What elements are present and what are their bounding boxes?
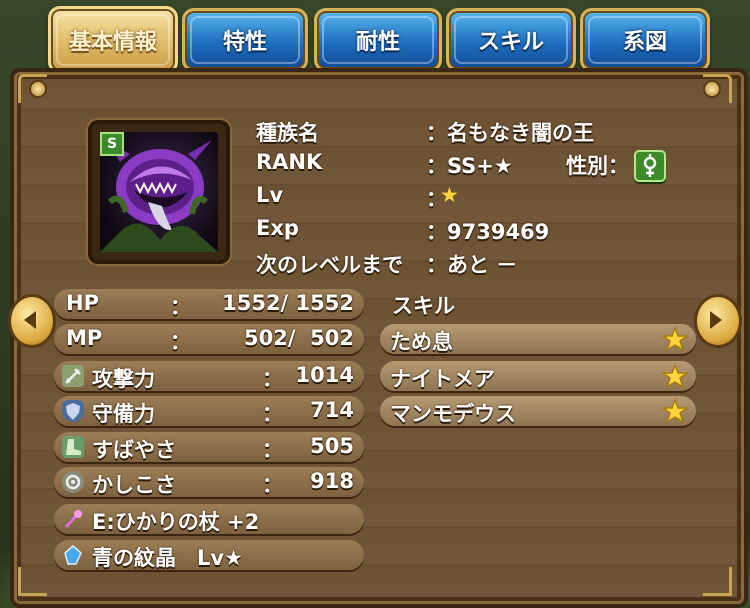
mp-separator: ： xyxy=(170,330,191,354)
skill-item[interactable]: マンモデウス xyxy=(380,396,696,426)
skill-name: マンモデウス xyxy=(390,402,516,426)
star-icon xyxy=(662,326,688,352)
attack-separator: ： xyxy=(262,367,283,391)
wisdom-row: かしこさ ： 918 xyxy=(54,467,364,497)
corner-ornament xyxy=(703,567,732,596)
hp-value: 1552/ 1552 xyxy=(222,291,354,315)
rank-label: RANK xyxy=(256,150,323,174)
corner-ornament xyxy=(18,567,47,596)
defense-value: 714 xyxy=(310,398,354,422)
skill-name: ため息 xyxy=(390,330,453,354)
previous-monster-button[interactable] xyxy=(8,294,56,348)
star-icon xyxy=(662,398,688,424)
crystal-row[interactable]: 青の紋晶 Lv★ xyxy=(54,540,364,570)
defense-row: 守備力 ： 714 xyxy=(54,396,364,426)
crystal-label: 青の紋晶 Lv★ xyxy=(92,546,243,570)
level-label: Lv xyxy=(256,183,284,207)
skill-item[interactable]: ため息 xyxy=(380,324,696,354)
wisdom-separator: ： xyxy=(262,473,283,497)
skill-item[interactable]: ナイトメア xyxy=(380,361,696,391)
wisdom-value: 918 xyxy=(310,469,354,493)
tab-family-tree[interactable]: 系図 xyxy=(580,8,710,72)
skill-name: ナイトメア xyxy=(390,367,495,391)
equipped-weapon: E:ひかりの杖 +2 xyxy=(92,510,260,534)
tab-basic-info[interactable]: 基本情報 xyxy=(48,6,178,74)
speed-row: すばやさ ： 505 xyxy=(54,432,364,462)
next-level-label: 次のレベルまで xyxy=(256,253,403,277)
brain-icon xyxy=(62,471,84,493)
speed-value: 505 xyxy=(310,434,354,458)
next-monster-button[interactable] xyxy=(694,294,742,348)
tab-skills[interactable]: スキル xyxy=(446,8,576,72)
shield-icon xyxy=(62,400,84,422)
speed-label: すばやさ xyxy=(92,438,176,462)
boot-icon xyxy=(62,436,84,458)
blue-crystal-icon xyxy=(62,544,84,566)
level-star-icon: ★ xyxy=(440,183,459,207)
arrow-left-icon xyxy=(24,311,36,329)
rank-badge: S xyxy=(100,132,124,156)
hp-row: HP ： 1552/ 1552 xyxy=(54,289,364,319)
gem-ornament xyxy=(29,80,47,98)
skills-header: スキル xyxy=(392,294,455,318)
mp-value: 502/ 502 xyxy=(244,326,354,350)
gender-neutral-icon xyxy=(634,150,666,182)
exp-label: Exp xyxy=(256,216,299,240)
species-value: ：名もなき闇の王 xyxy=(426,121,594,145)
gem-ornament xyxy=(703,80,721,98)
hp-separator: ： xyxy=(170,295,191,319)
rank-value: ：SS+★ xyxy=(426,154,513,178)
attack-value: 1014 xyxy=(295,363,354,387)
defense-separator: ： xyxy=(262,402,283,426)
mp-row: MP ： 502/ 502 xyxy=(54,324,364,354)
hp-label: HP xyxy=(66,291,99,315)
equipped-weapon-row[interactable]: E:ひかりの杖 +2 xyxy=(54,504,364,534)
next-level-value: ：あと － xyxy=(426,253,518,277)
tab-traits[interactable]: 特性 xyxy=(182,8,308,72)
staff-icon xyxy=(62,508,84,530)
sword-icon xyxy=(62,365,84,387)
attack-row: 攻撃力 ： 1014 xyxy=(54,361,364,391)
speed-separator: ： xyxy=(262,438,283,462)
attack-label: 攻撃力 xyxy=(92,367,155,391)
defense-label: 守備力 xyxy=(92,402,155,426)
species-label: 種族名 xyxy=(256,121,319,145)
mp-label: MP xyxy=(66,326,103,350)
gender-label: 性別： xyxy=(566,154,629,178)
arrow-right-icon xyxy=(710,311,722,329)
star-icon xyxy=(662,363,688,389)
exp-value: ：9739469 xyxy=(426,220,550,244)
tab-resistance[interactable]: 耐性 xyxy=(314,8,442,72)
wisdom-label: かしこさ xyxy=(92,473,176,497)
